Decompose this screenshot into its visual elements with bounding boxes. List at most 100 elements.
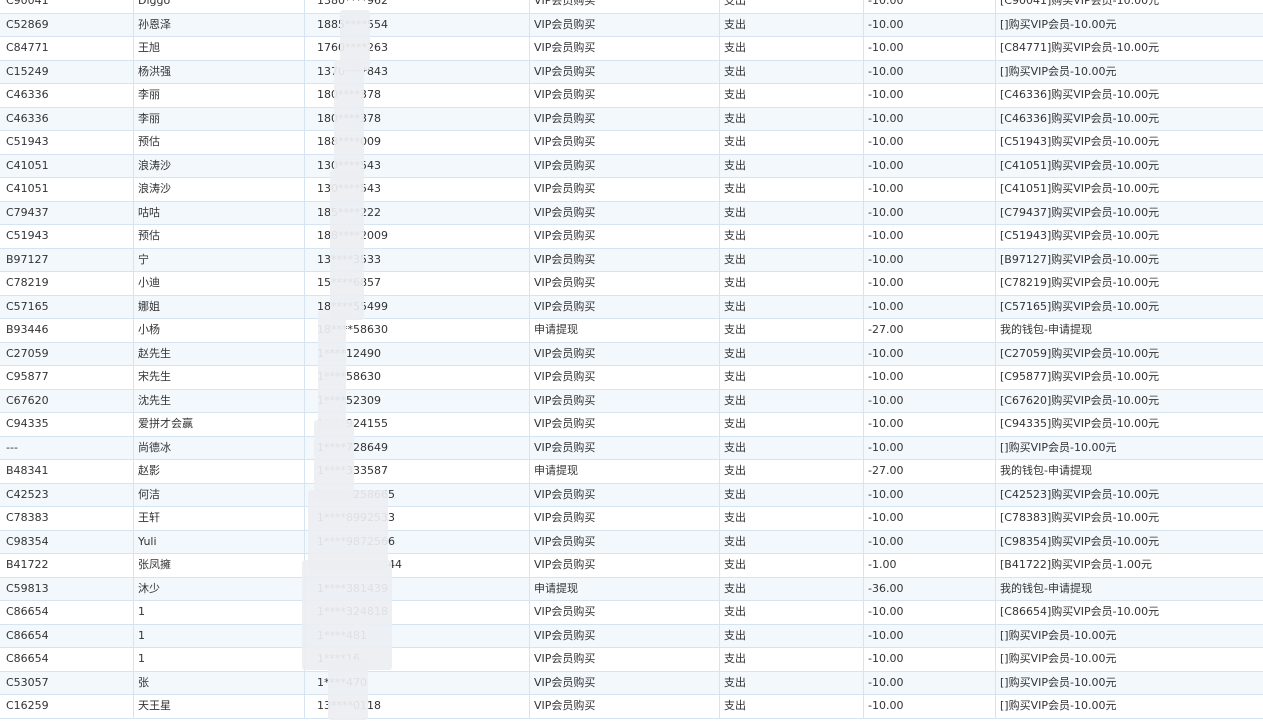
table-row[interactable]: C51943预估188****2009VIP会员购买支出-10.00[C5194… [0, 225, 1263, 249]
cell-member-name: 何洁 [134, 483, 305, 507]
cell-member-name: 李丽 [134, 107, 305, 131]
cell-note: 我的钱包-申请提现 [996, 460, 1263, 484]
cell-member-name: 赵影 [134, 460, 305, 484]
table-row[interactable]: C79437咕咕185****222VIP会员购买支出-10.00[C79437… [0, 201, 1263, 225]
table-row[interactable]: C84771王旭1760****263VIP会员购买支出-10.00[C8477… [0, 37, 1263, 61]
cell-amount: -10.00 [864, 413, 996, 437]
cell-transaction-type: VIP会员购买 [530, 389, 720, 413]
cell-phone: 1****16 [305, 648, 530, 672]
table-row[interactable]: ---尚德冰1****728649VIP会员购买支出-10.00[]购买VIP会… [0, 436, 1263, 460]
cell-amount: -10.00 [864, 154, 996, 178]
table-row[interactable]: C8665411****16VIP会员购买支出-10.00[]购买VIP会员-1… [0, 648, 1263, 672]
cell-transaction-type: VIP会员购买 [530, 248, 720, 272]
cell-transaction-type: 申请提现 [530, 577, 720, 601]
cell-amount: -10.00 [864, 13, 996, 37]
cell-note: []购买VIP会员-10.00元 [996, 60, 1263, 84]
cell-amount: -36.00 [864, 577, 996, 601]
table-row[interactable]: B48341赵影1****333587申请提现支出-27.00我的钱包-申请提现 [0, 460, 1263, 484]
table-row[interactable]: C94335爱拼才会赢1****924155VIP会员购买支出-10.00[C9… [0, 413, 1263, 437]
cell-direction: 支出 [720, 154, 864, 178]
cell-note: [C42523]购买VIP会员-10.00元 [996, 483, 1263, 507]
table-row[interactable]: C78383王轩1****8992533VIP会员购买支出-10.00[C783… [0, 507, 1263, 531]
table-row[interactable]: C51943预估188****009VIP会员购买支出-10.00[C51943… [0, 131, 1263, 155]
table-row[interactable]: B93446小杨18****58630申请提现支出-27.00我的钱包-申请提现 [0, 319, 1263, 343]
cell-amount: -27.00 [864, 460, 996, 484]
table-row[interactable]: C46336李丽180****378VIP会员购买支出-10.00[C46336… [0, 107, 1263, 131]
cell-member-name: 赵先生 [134, 342, 305, 366]
cell-phone: 180****378 [305, 107, 530, 131]
table-row[interactable]: C46336李丽180****378VIP会员购买支出-10.00[C46336… [0, 84, 1263, 108]
cell-transaction-type: VIP会员购买 [530, 178, 720, 202]
cell-member-id: C79437 [0, 201, 134, 225]
cell-transaction-type: VIP会员购买 [530, 436, 720, 460]
table-row[interactable]: C42523何洁1****6258665VIP会员购买支出-10.00[C425… [0, 483, 1263, 507]
cell-member-id: C15249 [0, 60, 134, 84]
cell-transaction-type: VIP会员购买 [530, 272, 720, 296]
cell-member-name: 小杨 [134, 319, 305, 343]
cell-member-id: C90041 [0, 0, 134, 13]
table-row[interactable]: C59813沐少1****381439申请提现支出-36.00我的钱包-申请提现 [0, 577, 1263, 601]
table-row[interactable]: C16259天王星13****0118VIP会员购买支出-10.00[]购买VI… [0, 695, 1263, 719]
cell-transaction-type: 申请提现 [530, 319, 720, 343]
cell-direction: 支出 [720, 530, 864, 554]
table-row[interactable]: C41051浪涛沙130****543VIP会员购买支出-10.00[C4105… [0, 154, 1263, 178]
cell-member-id: C41051 [0, 178, 134, 202]
cell-transaction-type: VIP会员购买 [530, 530, 720, 554]
cell-member-id: C84771 [0, 37, 134, 61]
cell-note: [C79437]购买VIP会员-10.00元 [996, 201, 1263, 225]
cell-member-name: 王轩 [134, 507, 305, 531]
cell-transaction-type: VIP会员购买 [530, 342, 720, 366]
table-row[interactable]: C90041Diggo1380****962VIP会员购买支出-10.00[C9… [0, 0, 1263, 13]
cell-member-id: C86654 [0, 624, 134, 648]
cell-member-name: 小迪 [134, 272, 305, 296]
cell-member-id: C94335 [0, 413, 134, 437]
table-row[interactable]: C57165娜姐18****55499VIP会员购买支出-10.00[C5716… [0, 295, 1263, 319]
cell-transaction-type: VIP会员购买 [530, 671, 720, 695]
table-row[interactable]: C53057张1****470VIP会员购买支出-10.00[]购买VIP会员-… [0, 671, 1263, 695]
table-row[interactable]: C8665411****481VIP会员购买支出-10.00[]购买VIP会员-… [0, 624, 1263, 648]
cell-direction: 支出 [720, 84, 864, 108]
cell-member-id: C41051 [0, 154, 134, 178]
table-row[interactable]: C27059赵先生1****12490VIP会员购买支出-10.00[C2705… [0, 342, 1263, 366]
cell-member-id: C78219 [0, 272, 134, 296]
table-row[interactable]: C15249杨洪强1370****843VIP会员购买支出-10.00[]购买V… [0, 60, 1263, 84]
cell-member-name: 宁 [134, 248, 305, 272]
cell-phone: 188****009 [305, 131, 530, 155]
table-row[interactable]: C52869孙恩泽1885****554VIP会员购买支出-10.00[]购买V… [0, 13, 1263, 37]
cell-phone: 180****378 [305, 84, 530, 108]
cell-member-name: 张凤擁 [134, 554, 305, 578]
cell-amount: -10.00 [864, 225, 996, 249]
cell-note: [B97127]购买VIP会员-10.00元 [996, 248, 1263, 272]
cell-phone: 130****543 [305, 178, 530, 202]
table-row[interactable]: C8665411****324818VIP会员购买支出-10.00[C86654… [0, 601, 1263, 625]
cell-direction: 支出 [720, 554, 864, 578]
cell-phone: 185****222 [305, 201, 530, 225]
cell-note: [B41722]购买VIP会员-1.00元 [996, 554, 1263, 578]
table-row[interactable]: B41722张凤擁1****08234044VIP会员购买支出-1.00[B41… [0, 554, 1263, 578]
cell-amount: -10.00 [864, 131, 996, 155]
cell-note: [C67620]购买VIP会员-10.00元 [996, 389, 1263, 413]
table-row[interactable]: C78219小迪15****6857VIP会员购买支出-10.00[C78219… [0, 272, 1263, 296]
cell-amount: -10.00 [864, 248, 996, 272]
cell-amount: -10.00 [864, 601, 996, 625]
cell-amount: -10.00 [864, 366, 996, 390]
table-row[interactable]: C41051浪涛沙130****543VIP会员购买支出-10.00[C4105… [0, 178, 1263, 202]
cell-transaction-type: VIP会员购买 [530, 201, 720, 225]
cell-note: [C46336]购买VIP会员-10.00元 [996, 84, 1263, 108]
table-row[interactable]: C67620沈先生1****52309VIP会员购买支出-10.00[C6762… [0, 389, 1263, 413]
cell-amount: -10.00 [864, 84, 996, 108]
cell-phone: 1****58630 [305, 366, 530, 390]
cell-member-id: --- [0, 436, 134, 460]
cell-amount: -10.00 [864, 695, 996, 719]
table-row[interactable]: C95877宋先生1****58630VIP会员购买支出-10.00[C9587… [0, 366, 1263, 390]
cell-member-name: 沈先生 [134, 389, 305, 413]
table-row[interactable]: B97127宁13****3533VIP会员购买支出-10.00[B97127]… [0, 248, 1263, 272]
cell-note: []购买VIP会员-10.00元 [996, 695, 1263, 719]
cell-phone: 18****55499 [305, 295, 530, 319]
cell-note: [C51943]购买VIP会员-10.00元 [996, 225, 1263, 249]
cell-amount: -10.00 [864, 295, 996, 319]
cell-member-name: 尚德冰 [134, 436, 305, 460]
cell-note: []购买VIP会员-10.00元 [996, 624, 1263, 648]
table-row[interactable]: C98354Yuli1****9872566VIP会员购买支出-10.00[C9… [0, 530, 1263, 554]
cell-note: [C51943]购买VIP会员-10.00元 [996, 131, 1263, 155]
